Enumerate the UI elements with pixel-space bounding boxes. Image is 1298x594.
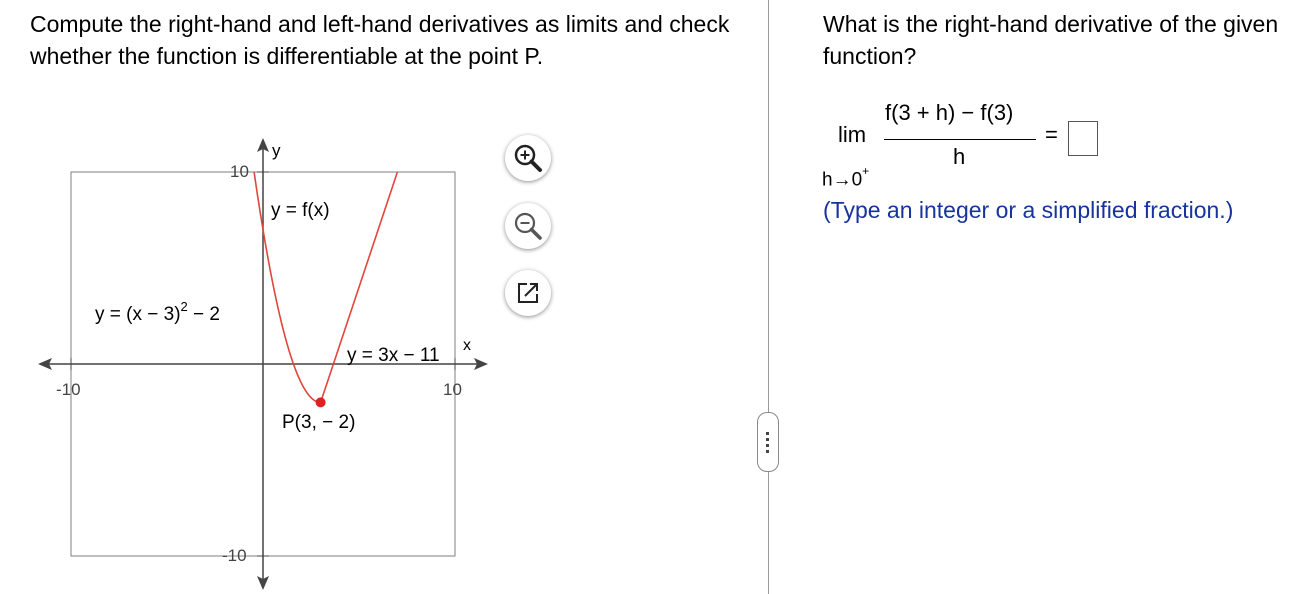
limit-operator: lim xyxy=(838,122,867,147)
axis-y-label: y xyxy=(272,141,281,160)
handle-dot xyxy=(766,444,769,447)
label-fx: y = f(x) xyxy=(271,200,330,221)
zoom-in-icon xyxy=(514,144,542,172)
tick-label-y-min: -10 xyxy=(222,546,247,565)
zoom-out-button[interactable] xyxy=(505,203,551,249)
label-parabola-exponent: 2 xyxy=(181,299,188,314)
label-parabola: y = (x − 3)2 − 2 xyxy=(95,299,220,325)
limit-direction: + xyxy=(862,164,870,178)
answer-hint: (Type an integer or a simplified fractio… xyxy=(823,197,1234,223)
tick-label-x-max: 10 xyxy=(443,380,462,399)
label-point: P(3, − 2) xyxy=(282,412,355,433)
fraction-numerator: f(3 + h) − f(3) xyxy=(885,100,1014,125)
label-parabola-main: y = (x − 3) xyxy=(95,304,181,325)
zoom-in-button[interactable] xyxy=(505,135,551,181)
point-p xyxy=(315,397,326,408)
answer-input[interactable] xyxy=(1068,121,1098,156)
axis-x-label: x xyxy=(463,337,471,354)
limit-subscript: h→0+ xyxy=(822,164,870,191)
label-line: y = 3x − 11 xyxy=(347,345,440,366)
tick-label-x-min: -10 xyxy=(56,380,81,399)
label-parabola-tail: − 2 xyxy=(188,304,220,325)
equals-sign: = xyxy=(1045,122,1058,147)
panel-divider xyxy=(768,0,769,594)
tick-label-y-max: 10 xyxy=(230,162,249,181)
pop-out-icon xyxy=(518,283,538,303)
fraction-denominator: h xyxy=(953,144,966,169)
handle-dot xyxy=(766,438,769,441)
zoom-out-icon xyxy=(514,212,542,240)
limit-approach: h→0 xyxy=(822,169,863,191)
function-graph: y x 10 -10 -10 10 y = f(x) y = (x − 3)2 … xyxy=(38,138,488,590)
fraction-bar xyxy=(884,139,1036,140)
handle-dot xyxy=(766,450,769,453)
panel-resize-handle[interactable] xyxy=(757,412,779,472)
handle-dot xyxy=(766,432,769,435)
pop-out-button[interactable] xyxy=(505,270,551,316)
right-hand-derivative-prompt: What is the right-hand derivative of the… xyxy=(823,11,1279,69)
